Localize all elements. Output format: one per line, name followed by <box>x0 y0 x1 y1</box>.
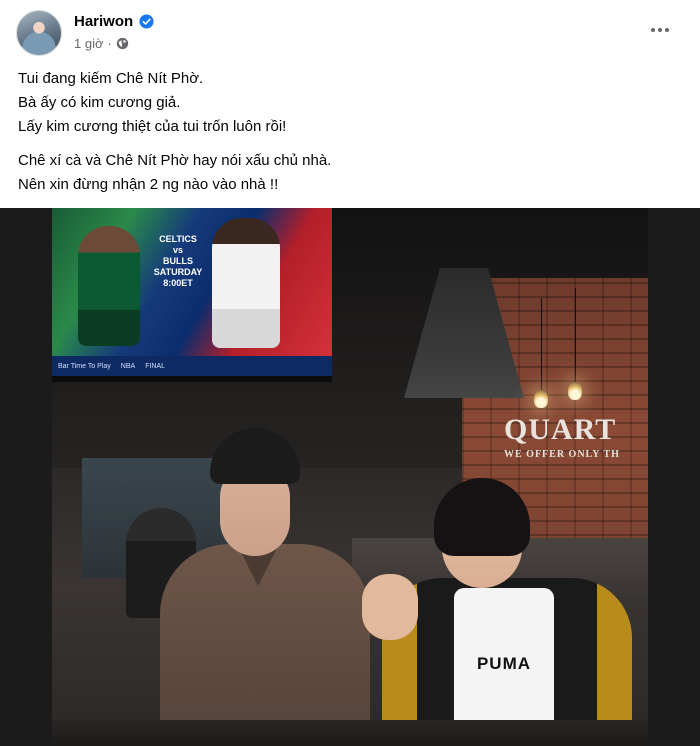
tv-text-line: CELTICS <box>159 234 197 244</box>
woman-hair <box>434 478 530 556</box>
wall-sign-title: QUART <box>504 413 617 446</box>
photo-person-woman: PUMA <box>362 478 632 746</box>
post-photo-frame[interactable]: QUART WE OFFER ONLY TH CELTICS vs BULLS … <box>0 208 700 746</box>
tv-player-left <box>78 226 140 346</box>
more-dot <box>658 28 662 32</box>
woman-hand <box>362 574 418 640</box>
photo-tv-screen: CELTICS vs BULLS SATURDAY 8:00ET Bar Tim… <box>52 208 332 382</box>
photo-table <box>52 720 648 746</box>
post-timestamp[interactable]: 1 giờ <box>74 36 104 51</box>
pendant-lamp <box>568 382 582 400</box>
tv-ticker-item: NBA <box>120 362 136 370</box>
author-avatar[interactable] <box>16 10 62 56</box>
author-row: Hariwon <box>74 13 154 30</box>
post-line: Tui đang kiếm Chê Nít Phờ. <box>18 70 204 87</box>
tv-text: CELTICS vs BULLS SATURDAY 8:00ET <box>148 234 208 289</box>
wall-sign: QUART WE OFFER ONLY TH <box>504 413 648 460</box>
more-horizontal-icon <box>651 28 655 32</box>
globe-icon[interactable] <box>116 37 129 50</box>
shirt-logo: PUMA <box>476 654 532 673</box>
man-hair <box>210 428 300 484</box>
post-photo[interactable]: QUART WE OFFER ONLY TH CELTICS vs BULLS … <box>52 208 648 746</box>
man-body <box>160 544 370 746</box>
more-options-button[interactable] <box>646 20 674 40</box>
tv-text-line: 8:00ET <box>163 278 193 288</box>
post-meta: 1 giờ · <box>74 36 129 51</box>
post-line: Chê xí cà và Chê Nít Phờ hay nói xấu chủ… <box>18 152 332 169</box>
tv-player-right <box>212 218 280 348</box>
tv-text-line: vs <box>172 245 183 255</box>
tv-ticker-item: FINAL <box>145 362 166 370</box>
post-header: Hariwon 1 giờ · <box>0 0 700 62</box>
pendant-lamp <box>534 390 548 408</box>
post-line: Lấy kim cương thiệt của tui trốn luôn rồ… <box>18 118 287 135</box>
author-name[interactable]: Hariwon <box>74 13 133 30</box>
tv-text-line: BULLS <box>163 256 193 266</box>
tv-text-line: SATURDAY <box>153 267 203 277</box>
tv-ticker-item: Bar Time To Play <box>58 362 111 370</box>
post-line: Nên xin đừng nhận 2 ng nào vào nhà !! <box>18 176 279 193</box>
more-dot <box>665 28 669 32</box>
meta-separator: · <box>107 36 112 51</box>
wall-sign-subtitle: WE OFFER ONLY TH <box>504 449 620 460</box>
verified-badge-icon <box>139 14 154 29</box>
tv-ticker: Bar Time To Play NBA FINAL <box>52 356 332 376</box>
post-text: Tui đang kiếm Chê Nít Phờ. Bà ấy có kim … <box>18 67 678 197</box>
photo-person-man <box>160 428 370 746</box>
lamp-cord <box>541 298 542 390</box>
post-line: Bà ấy có kim cương giả. <box>18 94 181 111</box>
lamp-cord <box>575 288 576 382</box>
